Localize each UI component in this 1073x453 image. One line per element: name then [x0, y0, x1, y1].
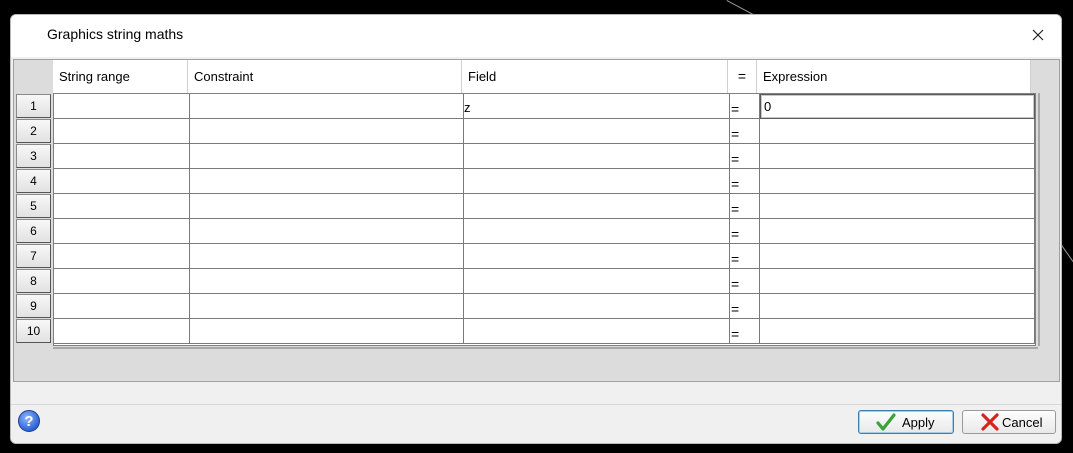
cell-expression[interactable] [760, 144, 1035, 169]
row-header[interactable]: 5 [16, 194, 51, 218]
row-header[interactable]: 4 [16, 169, 51, 193]
cell-expression[interactable] [760, 294, 1035, 319]
x-icon [981, 413, 999, 431]
cell-constraint[interactable] [190, 319, 464, 344]
cell-equals[interactable]: = [730, 119, 760, 144]
row-header[interactable]: 3 [16, 144, 51, 168]
cell-equals[interactable]: = [730, 269, 760, 294]
cell-equals[interactable]: = [730, 94, 760, 119]
cell-constraint[interactable] [190, 169, 464, 194]
cell-string-range[interactable] [54, 144, 190, 169]
cell-equals[interactable]: = [730, 319, 760, 344]
table-grid: z = 0 = = = = = = = = = [53, 93, 1036, 346]
row-header[interactable]: 10 [16, 319, 51, 343]
cell-string-range[interactable] [54, 169, 190, 194]
cell-string-range[interactable] [54, 119, 190, 144]
cell-string-range[interactable] [54, 194, 190, 219]
cell-constraint[interactable] [190, 194, 464, 219]
column-header-constraint[interactable]: Constraint [188, 60, 462, 93]
column-header-field[interactable]: Field [462, 60, 728, 93]
cell-field[interactable] [464, 169, 730, 194]
cell-expression[interactable] [760, 169, 1035, 194]
cell-constraint[interactable] [190, 244, 464, 269]
cell-equals[interactable]: = [730, 294, 760, 319]
button-bar: ? Apply Cancel [11, 404, 1061, 443]
cell-expression[interactable] [760, 319, 1035, 344]
row-header[interactable]: 8 [16, 269, 51, 293]
cell-field[interactable]: z [464, 94, 730, 119]
row-header[interactable]: 6 [16, 219, 51, 243]
cell-field[interactable] [464, 144, 730, 169]
cancel-button[interactable]: Cancel [962, 410, 1056, 434]
cell-expression[interactable] [760, 269, 1035, 294]
cell-equals[interactable]: = [730, 194, 760, 219]
row-header[interactable]: 1 [16, 94, 51, 118]
help-icon: ? [24, 413, 34, 430]
help-button[interactable]: ? [18, 410, 40, 432]
row-header[interactable]: 2 [16, 119, 51, 143]
cell-expression[interactable] [760, 244, 1035, 269]
cell-expression[interactable]: 0 [760, 94, 1035, 119]
cell-field[interactable] [464, 194, 730, 219]
graphics-string-maths-dialog: Graphics string maths String range Const… [10, 14, 1062, 444]
cell-field[interactable] [464, 294, 730, 319]
cell-field[interactable] [464, 119, 730, 144]
cell-string-range[interactable] [54, 219, 190, 244]
column-header-equals[interactable]: = [728, 60, 757, 93]
cell-expression[interactable] [760, 219, 1035, 244]
horizontal-scrollbar[interactable] [53, 347, 1038, 349]
cell-expression[interactable] [760, 119, 1035, 144]
close-button[interactable] [1025, 22, 1051, 48]
cell-constraint[interactable] [190, 144, 464, 169]
cell-constraint[interactable] [190, 119, 464, 144]
check-icon [876, 413, 896, 431]
window-title: Graphics string maths [47, 26, 184, 42]
close-icon [1032, 29, 1044, 41]
cell-field[interactable] [464, 219, 730, 244]
cell-constraint[interactable] [190, 94, 464, 119]
cell-equals[interactable]: = [730, 244, 760, 269]
column-header-expression[interactable]: Expression [757, 60, 1031, 93]
cell-string-range[interactable] [54, 244, 190, 269]
cell-field[interactable] [464, 244, 730, 269]
apply-label: Apply [902, 415, 935, 430]
cell-constraint[interactable] [190, 219, 464, 244]
cancel-label: Cancel [1002, 415, 1043, 430]
table-corner [14, 60, 52, 93]
string-maths-table: String range Constraint Field = Expressi… [13, 59, 1060, 382]
cell-field[interactable] [464, 269, 730, 294]
background-line [726, 0, 754, 15]
cell-string-range[interactable] [54, 269, 190, 294]
apply-button[interactable]: Apply [858, 410, 954, 434]
cell-string-range[interactable] [54, 319, 190, 344]
cell-expression[interactable] [760, 194, 1035, 219]
row-header[interactable]: 9 [16, 294, 51, 318]
vertical-scrollbar[interactable] [1038, 93, 1040, 346]
cell-equals[interactable]: = [730, 144, 760, 169]
cell-equals[interactable]: = [730, 219, 760, 244]
cell-constraint[interactable] [190, 294, 464, 319]
cell-field[interactable] [464, 319, 730, 344]
cell-constraint[interactable] [190, 269, 464, 294]
cell-string-range[interactable] [54, 94, 190, 119]
title-bar: Graphics string maths [11, 15, 1061, 57]
cell-equals[interactable]: = [730, 169, 760, 194]
background-line [1061, 245, 1073, 262]
column-header-string-range[interactable]: String range [53, 60, 188, 93]
row-header[interactable]: 7 [16, 244, 51, 268]
cell-string-range[interactable] [54, 294, 190, 319]
